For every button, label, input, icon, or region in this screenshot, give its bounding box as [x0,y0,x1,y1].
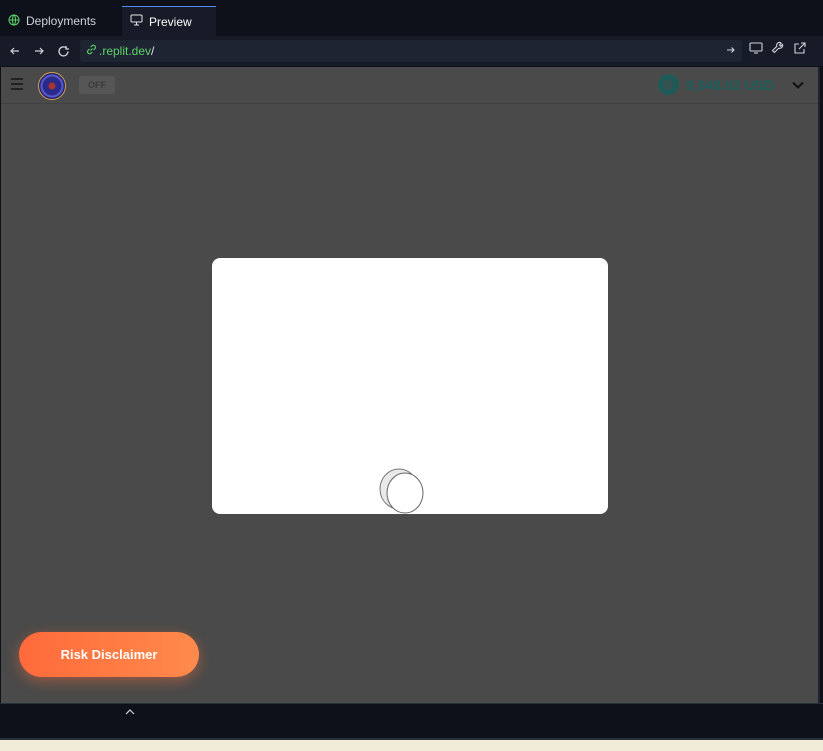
risk-disclaimer-button[interactable]: Risk Disclaimer [19,632,199,677]
arrow-right-icon [35,47,44,55]
viewport-border [818,67,820,703]
balance-display[interactable]: Đ 9,948.92 USD [658,74,774,95]
tab-deployments[interactable]: Deployments [0,6,118,36]
reload-icon [57,45,69,56]
chevron-down-icon[interactable] [791,78,805,97]
preview-viewport: OFF Đ 9,948.92 USD Risk Disclaimer [1,67,818,703]
loading-modal [212,258,608,514]
url-field[interactable]: .replit.dev / [80,40,742,62]
app-logo[interactable] [38,72,66,100]
url-host: .replit.dev [99,44,152,58]
wrench-icon[interactable] [770,40,786,61]
menu-icon[interactable] [11,78,23,90]
balance-value: 9,948.92 USD [686,76,774,93]
toggle-switch[interactable]: OFF [79,76,115,94]
toolbar-actions [748,40,808,61]
tab-bar: Deployments Preview [0,0,823,36]
globe-icon [8,14,20,29]
devices-icon[interactable] [748,40,764,61]
url-path: / [151,44,155,58]
monitor-icon [130,14,143,29]
tab-label: Deployments [26,14,97,28]
tab-preview[interactable]: Preview [122,6,216,36]
reload-button[interactable] [51,39,75,63]
external-link-icon[interactable] [792,40,808,61]
coin-icon: Đ [658,74,680,95]
loading-spinner-icon [379,468,424,514]
bottom-panel [0,703,823,739]
back-button[interactable] [3,39,27,63]
chevron-up-icon[interactable] [124,704,136,722]
forward-button[interactable] [27,39,51,63]
tab-label: Preview [149,14,192,29]
app-header: OFF Đ 9,948.92 USD [1,67,818,104]
arrow-left-icon [10,47,19,55]
bottom-strip [0,738,823,751]
go-icon[interactable] [726,44,736,58]
link-icon [86,44,97,58]
